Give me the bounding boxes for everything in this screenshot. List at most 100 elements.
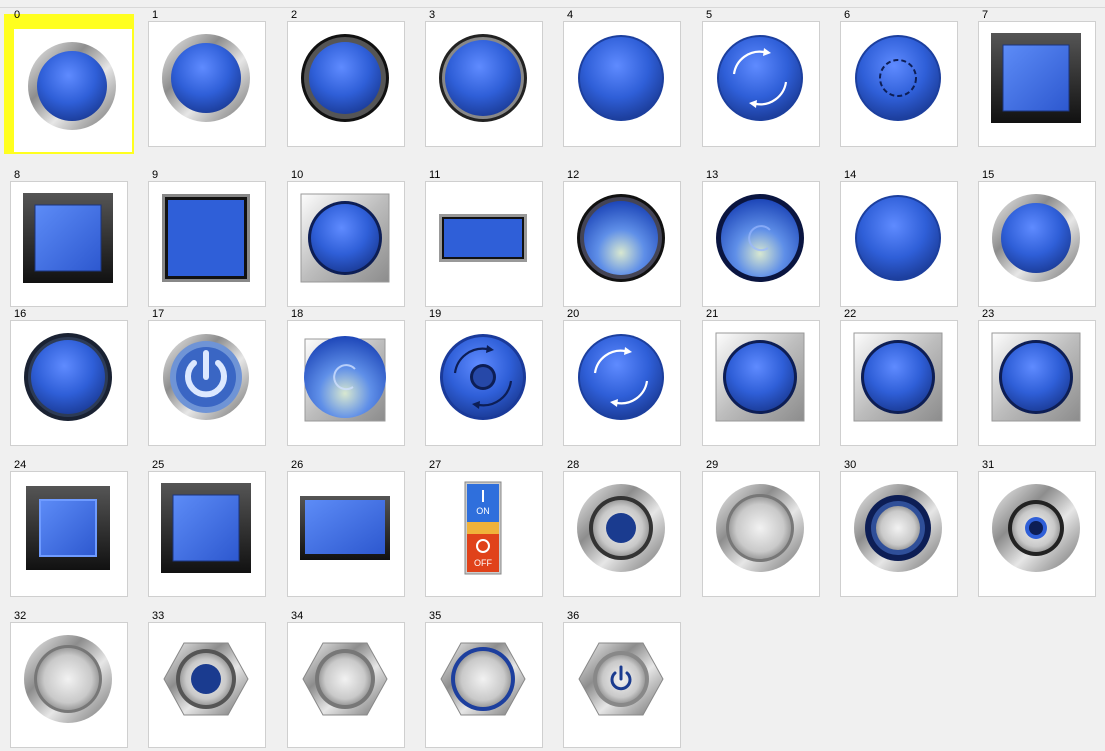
button-style-cell-13[interactable]: 13 xyxy=(700,169,820,310)
power-symbol-button-icon xyxy=(163,334,249,420)
round-dark-ring-button-icon xyxy=(24,333,112,421)
cell-index-label: 0 xyxy=(14,9,21,21)
cell-index-label: 30 xyxy=(844,459,857,471)
button-style-cell-3[interactable]: 3 xyxy=(423,9,543,150)
square-black-bezel-button-icon xyxy=(991,33,1081,123)
round-glossy-swirl-plate-button-icon xyxy=(304,336,386,422)
button-style-cell-28[interactable]: 28 xyxy=(561,459,681,600)
cell-index-label: 10 xyxy=(291,169,304,181)
cell-index-label: 16 xyxy=(14,308,27,320)
hex-metal-blue-center-button-icon xyxy=(163,642,249,716)
hex-metal-button-icon xyxy=(302,642,388,716)
metal-round-blue-ring-button-icon xyxy=(854,484,942,572)
button-style-cell-24[interactable]: 24 xyxy=(8,459,128,600)
button-style-cell-11[interactable]: 11 xyxy=(423,169,543,310)
button-style-cell-30[interactable]: 30 xyxy=(838,459,958,600)
cell-index-label: 8 xyxy=(14,169,21,181)
cell-index-label: 33 xyxy=(152,610,165,622)
on-label: ON xyxy=(476,506,490,516)
button-style-cell-5[interactable]: 5 xyxy=(700,9,820,150)
metal-round-blue-center-button-icon xyxy=(577,484,665,572)
button-style-cell-27[interactable]: 27 ON OFF xyxy=(423,459,543,600)
button-style-cell-7[interactable]: 7 xyxy=(976,9,1096,150)
button-style-cell-36[interactable]: 36 xyxy=(561,610,681,751)
button-style-cell-31[interactable]: 31 xyxy=(976,459,1096,600)
button-style-cell-35[interactable]: 35 xyxy=(423,610,543,751)
cell-index-label: 32 xyxy=(14,610,27,622)
cell-index-label: 26 xyxy=(291,459,304,471)
round-flat-button-icon xyxy=(855,195,941,281)
cell-index-label: 12 xyxy=(567,169,580,181)
square-thin-frame-button-icon xyxy=(162,194,250,282)
button-style-cell-1[interactable]: 1 xyxy=(146,9,266,150)
button-style-cell-6[interactable]: 6 xyxy=(838,9,958,150)
cell-index-label: 2 xyxy=(291,9,298,21)
cell-index-label: 9 xyxy=(152,169,159,181)
cell-index-label: 23 xyxy=(982,308,995,320)
round-chrome-bezel-button-icon xyxy=(992,194,1080,282)
off-label: OFF xyxy=(474,558,492,568)
metal-round-button-icon xyxy=(716,484,804,572)
button-style-cell-2[interactable]: 2 xyxy=(285,9,405,150)
button-style-cell-14[interactable]: 14 xyxy=(838,169,958,310)
top-divider xyxy=(0,7,1105,8)
cell-index-label: 7 xyxy=(982,9,989,21)
button-style-cell-22[interactable]: 22 xyxy=(838,308,958,449)
square-black-bezel-button-icon xyxy=(161,483,251,573)
cell-index-label: 25 xyxy=(152,459,165,471)
button-style-cell-19[interactable]: 19 xyxy=(423,308,543,449)
square-black-bezel-button-icon xyxy=(23,193,113,283)
rectangle-button-icon xyxy=(439,214,527,262)
cell-index-label: 14 xyxy=(844,169,857,181)
button-style-cell-29[interactable]: 29 xyxy=(700,459,820,600)
button-style-cell-9[interactable]: 9 xyxy=(146,169,266,310)
metal-round-button-icon xyxy=(24,635,112,723)
round-glossy-swirl-button-icon xyxy=(716,194,804,282)
round-glossy-dark-ring-button-icon xyxy=(577,194,665,282)
button-style-cell-16[interactable]: 16 xyxy=(8,308,128,449)
cell-index-label: 11 xyxy=(429,169,441,181)
round-thin-black-ring-button-icon xyxy=(439,34,527,122)
cell-index-label: 18 xyxy=(291,308,304,320)
button-style-cell-12[interactable]: 12 xyxy=(561,169,681,310)
button-style-cell-15[interactable]: 15 xyxy=(976,169,1096,310)
button-style-cell-34[interactable]: 34 xyxy=(285,610,405,751)
round-on-metal-plate-button-icon xyxy=(715,332,805,422)
cell-index-label: 36 xyxy=(567,610,580,622)
cell-index-label: 21 xyxy=(706,308,719,320)
hex-metal-power-button-icon xyxy=(578,642,664,716)
button-style-cell-10[interactable]: 10 xyxy=(285,169,405,310)
cell-index-label: 1 xyxy=(152,9,159,21)
round-on-metal-plate-button-icon xyxy=(300,193,390,283)
button-style-cell-33[interactable]: 33 xyxy=(146,610,266,751)
round-black-bezel-button-icon xyxy=(301,34,389,122)
button-style-cell-20[interactable]: 20 xyxy=(561,308,681,449)
cell-index-label: 5 xyxy=(706,9,713,21)
button-style-cell-26[interactable]: 26 xyxy=(285,459,405,600)
button-style-cell-21[interactable]: 21 xyxy=(700,308,820,449)
cell-index-label: 28 xyxy=(567,459,580,471)
round-chrome-bezel-button-icon xyxy=(162,34,250,122)
button-style-cell-17[interactable]: 17 xyxy=(146,308,266,449)
cell-index-label: 35 xyxy=(429,610,442,622)
cell-index-label: 31 xyxy=(982,459,995,471)
on-off-switch-button-icon: ON OFF xyxy=(464,481,502,575)
button-style-cell-0[interactable]: 0 xyxy=(4,9,134,154)
button-style-cell-18[interactable]: 18 xyxy=(285,308,405,449)
cell-index-label: 27 xyxy=(429,459,442,471)
hex-metal-blue-ring-button-icon xyxy=(440,642,526,716)
metal-round-blue-dot-button-icon xyxy=(992,484,1080,572)
button-style-cell-32[interactable]: 32 xyxy=(8,610,128,751)
button-style-cell-8[interactable]: 8 xyxy=(8,169,128,310)
cell-index-label: 4 xyxy=(567,9,574,21)
cell-index-label: 34 xyxy=(291,610,304,622)
round-on-metal-plate-button-icon xyxy=(991,332,1081,422)
cell-index-label: 13 xyxy=(706,169,719,181)
button-style-cell-25[interactable]: 25 xyxy=(146,459,266,600)
cell-index-label: 19 xyxy=(429,308,442,320)
round-rotate-arrows-button-icon xyxy=(578,334,664,420)
cell-index-label: 24 xyxy=(14,459,27,471)
button-style-cell-4[interactable]: 4 xyxy=(561,9,681,150)
round-dashed-circle-button-icon xyxy=(855,35,941,121)
button-style-cell-23[interactable]: 23 xyxy=(976,308,1096,449)
